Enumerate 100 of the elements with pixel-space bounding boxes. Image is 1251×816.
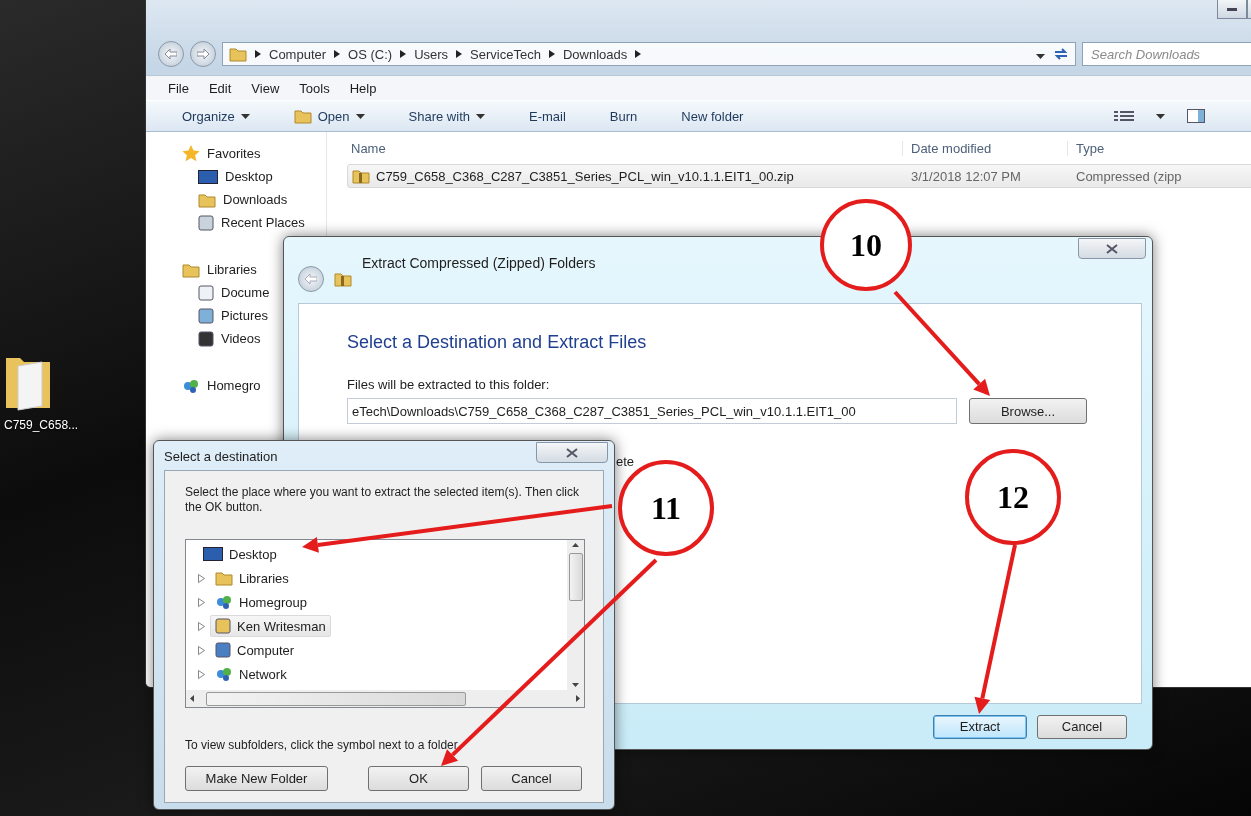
minimize-button[interactable] — [1217, 0, 1247, 19]
checkbox-label: ete — [616, 454, 635, 469]
dialog-button[interactable]: Make New Folder — [185, 766, 328, 791]
view-options-icon[interactable] — [1114, 110, 1134, 122]
preview-pane-icon[interactable] — [1187, 109, 1205, 123]
vertical-scrollbar[interactable] — [567, 540, 584, 690]
menu-item[interactable]: Help — [349, 80, 377, 96]
collapsed-triangle-icon[interactable] — [198, 597, 205, 607]
libraries-folder-icon — [182, 261, 200, 278]
arrow-right-icon — [255, 50, 261, 58]
star-icon — [182, 145, 200, 162]
monitor-icon — [203, 547, 223, 561]
monitor-icon — [198, 169, 218, 184]
dialog-title: Extract Compressed (Zipped) Folders — [362, 255, 596, 271]
tree-item[interactable]: Libraries — [210, 567, 294, 589]
arrow-right-icon — [334, 50, 341, 58]
back-arrow-icon — [165, 49, 177, 59]
collapsed-triangle-icon[interactable] — [198, 573, 205, 583]
close-icon — [1106, 243, 1118, 254]
dialog-button[interactable]: Extract — [933, 714, 1027, 739]
forward-button[interactable] — [190, 41, 216, 67]
toolbar-button[interactable]: Open — [291, 106, 367, 126]
collapsed-triangle-icon[interactable] — [198, 669, 205, 679]
collapsed-triangle-icon[interactable] — [198, 621, 205, 631]
toolbar-button[interactable]: New folder — [679, 106, 746, 126]
folder-icon — [229, 46, 247, 62]
address-bar[interactable]: Computer OS (C:) Users ServiceTech Downloads — [222, 42, 1076, 66]
nav-item[interactable]: Videos — [182, 327, 326, 350]
downloads-folder-icon — [198, 191, 216, 208]
homegroup-icon — [182, 377, 200, 394]
toolbar-button[interactable]: E-mail — [527, 106, 568, 126]
breadcrumb[interactable]: OS (C:) — [348, 46, 393, 62]
close-button[interactable] — [536, 442, 608, 463]
table-cell: Compressed (zipp — [1076, 168, 1182, 184]
close-icon — [566, 447, 578, 458]
breadcrumb[interactable]: ServiceTech — [470, 46, 541, 62]
forward-arrow-icon — [197, 49, 209, 59]
tree-item[interactable]: Network — [210, 663, 292, 685]
menu-item[interactable]: View — [251, 80, 280, 96]
zip-folder-icon — [352, 168, 370, 184]
dialog-heading: Select a Destination and Extract Files — [347, 332, 648, 353]
tree-item[interactable]: Ken Writesman — [210, 615, 331, 637]
collapsed-triangle-icon[interactable] — [198, 645, 205, 655]
desktop-icon-label[interactable]: C759_C658... — [4, 418, 79, 432]
homegroup-icon — [215, 594, 233, 610]
toolbar-button[interactable]: Share with — [406, 106, 487, 126]
open-folder-icon — [293, 108, 312, 124]
table-cell: C759_C658_C368_C287_C3851_Series_PCL_win_v10.1.1.EIT1_00.zip — [376, 168, 794, 184]
arrow-right-icon — [400, 50, 407, 58]
close-button[interactable] — [1078, 238, 1146, 259]
caret-icon — [1156, 113, 1165, 119]
nav-item[interactable]: Docume — [182, 281, 326, 304]
instructions-text: Select the place where you want to extract the selected item(s). Then click the OK button. — [185, 485, 580, 515]
horizontal-scrollbar[interactable] — [186, 690, 584, 707]
back-button[interactable] — [158, 41, 184, 67]
scroll-left-icon[interactable] — [190, 695, 194, 702]
tree-item[interactable]: Homegroup — [210, 591, 312, 613]
nav-item[interactable]: Desktop — [182, 165, 326, 188]
dialog-title: Select a destination — [163, 448, 278, 464]
column-header[interactable]: Name — [347, 140, 902, 156]
scroll-up-icon[interactable] — [572, 543, 579, 547]
back-arrow-icon — [305, 274, 317, 284]
column-header[interactable]: Date modified — [902, 140, 1067, 156]
toolbar-button[interactable]: Organize — [180, 106, 252, 126]
dialog-button[interactable]: Cancel — [1037, 714, 1127, 739]
nav-item[interactable]: Libraries — [182, 258, 326, 281]
minimize-icon — [1227, 7, 1237, 11]
scroll-down-icon[interactable] — [572, 683, 579, 687]
libraries-folder-icon — [215, 570, 233, 586]
search-field[interactable]: Search Downloads — [1082, 42, 1251, 66]
dialog-button[interactable]: Cancel — [481, 766, 582, 791]
hint-text: To view subfolders, click the symbol next to a folder. — [185, 738, 462, 752]
caret-icon — [1036, 53, 1045, 59]
nav-item[interactable]: Homegro — [182, 374, 326, 397]
nav-item[interactable]: Pictures — [182, 304, 326, 327]
breadcrumb[interactable]: Computer — [269, 46, 327, 62]
destination-path-field[interactable]: eTech\Downloads\C759_C658_C368_C287_C3851_Series_PCL_win_v10.1.1.EIT1_00 — [347, 398, 957, 424]
field-label: Files will be extracted to this folder: — [347, 377, 551, 392]
tree-item[interactable]: Desktop — [198, 543, 282, 565]
menu-item[interactable]: Tools — [299, 80, 330, 96]
menu-item[interactable]: File — [168, 80, 189, 96]
tree-item[interactable]: Computer — [210, 639, 300, 661]
table-cell: 3/1/2018 12:07 PM — [911, 168, 1021, 184]
arrow-right-icon — [548, 50, 555, 58]
breadcrumb[interactable]: Downloads — [562, 46, 628, 62]
zip-folder-icon — [334, 271, 352, 287]
nav-item[interactable]: Recent Places — [182, 211, 326, 234]
menu-item[interactable]: Edit — [208, 80, 232, 96]
file-row[interactable]: C759_C658_C368_C287_C3851_Series_PCL_win_v10.1.1.EIT1_00.zip 3/1/2018 12:07 PM Compressed (zipp — [347, 164, 1251, 188]
dialog-button[interactable]: OK — [368, 766, 469, 791]
refresh-icon[interactable] — [1053, 48, 1069, 60]
breadcrumb[interactable]: Users — [414, 46, 449, 62]
network-icon — [215, 666, 233, 682]
toolbar-button[interactable]: Burn — [607, 106, 640, 126]
nav-item[interactable]: Favorites — [182, 142, 326, 165]
scroll-right-icon[interactable] — [576, 695, 580, 702]
nav-item[interactable]: Downloads — [182, 188, 326, 211]
column-header[interactable]: Type — [1067, 140, 1251, 156]
back-button[interactable] — [298, 266, 324, 292]
browse-button[interactable]: Browse... — [969, 398, 1087, 424]
